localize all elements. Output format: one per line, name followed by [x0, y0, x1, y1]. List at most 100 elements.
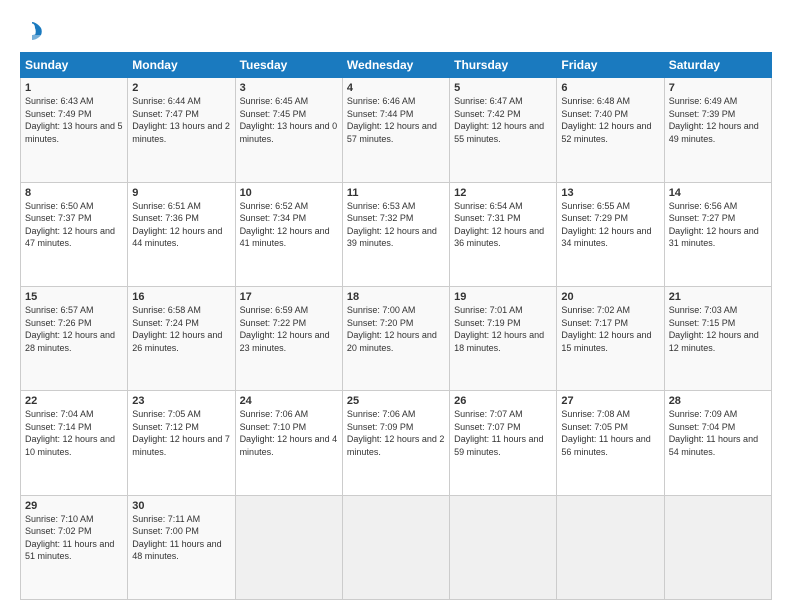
day-info: Sunrise: 6:56 AMSunset: 7:27 PMDaylight:… [669, 201, 759, 249]
day-info: Sunrise: 6:54 AMSunset: 7:31 PMDaylight:… [454, 201, 544, 249]
day-info: Sunrise: 6:59 AMSunset: 7:22 PMDaylight:… [240, 305, 330, 353]
day-info: Sunrise: 7:06 AMSunset: 7:09 PMDaylight:… [347, 409, 445, 457]
weekday-wednesday: Wednesday [342, 53, 449, 78]
day-info: Sunrise: 7:05 AMSunset: 7:12 PMDaylight:… [132, 409, 230, 457]
day-cell: 12 Sunrise: 6:54 AMSunset: 7:31 PMDaylig… [450, 182, 557, 286]
week-row-2: 8 Sunrise: 6:50 AMSunset: 7:37 PMDayligh… [21, 182, 772, 286]
page: SundayMondayTuesdayWednesdayThursdayFrid… [0, 0, 792, 612]
day-number: 22 [25, 395, 123, 407]
week-row-4: 22 Sunrise: 7:04 AMSunset: 7:14 PMDaylig… [21, 391, 772, 495]
day-info: Sunrise: 6:48 AMSunset: 7:40 PMDaylight:… [561, 96, 651, 144]
day-number: 17 [240, 291, 338, 303]
day-cell: 15 Sunrise: 6:57 AMSunset: 7:26 PMDaylig… [21, 286, 128, 390]
day-number: 2 [132, 82, 230, 94]
header [20, 16, 772, 42]
day-number: 25 [347, 395, 445, 407]
day-number: 26 [454, 395, 552, 407]
day-cell: 26 Sunrise: 7:07 AMSunset: 7:07 PMDaylig… [450, 391, 557, 495]
day-number: 21 [669, 291, 767, 303]
day-number: 1 [25, 82, 123, 94]
logo [20, 20, 43, 42]
day-cell [557, 495, 664, 599]
day-cell: 8 Sunrise: 6:50 AMSunset: 7:37 PMDayligh… [21, 182, 128, 286]
day-info: Sunrise: 7:01 AMSunset: 7:19 PMDaylight:… [454, 305, 544, 353]
day-cell: 16 Sunrise: 6:58 AMSunset: 7:24 PMDaylig… [128, 286, 235, 390]
day-cell: 4 Sunrise: 6:46 AMSunset: 7:44 PMDayligh… [342, 78, 449, 182]
day-number: 18 [347, 291, 445, 303]
week-row-5: 29 Sunrise: 7:10 AMSunset: 7:02 PMDaylig… [21, 495, 772, 599]
day-cell: 22 Sunrise: 7:04 AMSunset: 7:14 PMDaylig… [21, 391, 128, 495]
day-cell: 5 Sunrise: 6:47 AMSunset: 7:42 PMDayligh… [450, 78, 557, 182]
day-number: 16 [132, 291, 230, 303]
day-cell: 6 Sunrise: 6:48 AMSunset: 7:40 PMDayligh… [557, 78, 664, 182]
day-info: Sunrise: 6:55 AMSunset: 7:29 PMDaylight:… [561, 201, 651, 249]
day-info: Sunrise: 7:03 AMSunset: 7:15 PMDaylight:… [669, 305, 759, 353]
day-number: 20 [561, 291, 659, 303]
day-info: Sunrise: 6:50 AMSunset: 7:37 PMDaylight:… [25, 201, 115, 249]
day-number: 23 [132, 395, 230, 407]
day-cell [235, 495, 342, 599]
day-cell: 13 Sunrise: 6:55 AMSunset: 7:29 PMDaylig… [557, 182, 664, 286]
day-info: Sunrise: 6:49 AMSunset: 7:39 PMDaylight:… [669, 96, 759, 144]
day-cell: 1 Sunrise: 6:43 AMSunset: 7:49 PMDayligh… [21, 78, 128, 182]
day-cell: 20 Sunrise: 7:02 AMSunset: 7:17 PMDaylig… [557, 286, 664, 390]
day-cell [342, 495, 449, 599]
weekday-tuesday: Tuesday [235, 53, 342, 78]
day-info: Sunrise: 6:58 AMSunset: 7:24 PMDaylight:… [132, 305, 222, 353]
logo-icon [21, 20, 43, 42]
day-number: 9 [132, 187, 230, 199]
day-info: Sunrise: 7:04 AMSunset: 7:14 PMDaylight:… [25, 409, 115, 457]
day-cell: 29 Sunrise: 7:10 AMSunset: 7:02 PMDaylig… [21, 495, 128, 599]
weekday-saturday: Saturday [664, 53, 771, 78]
calendar-table: SundayMondayTuesdayWednesdayThursdayFrid… [20, 52, 772, 600]
day-info: Sunrise: 6:51 AMSunset: 7:36 PMDaylight:… [132, 201, 222, 249]
day-cell [450, 495, 557, 599]
day-cell [664, 495, 771, 599]
day-cell: 3 Sunrise: 6:45 AMSunset: 7:45 PMDayligh… [235, 78, 342, 182]
day-number: 10 [240, 187, 338, 199]
weekday-header-row: SundayMondayTuesdayWednesdayThursdayFrid… [21, 53, 772, 78]
day-number: 27 [561, 395, 659, 407]
week-row-3: 15 Sunrise: 6:57 AMSunset: 7:26 PMDaylig… [21, 286, 772, 390]
day-number: 28 [669, 395, 767, 407]
day-info: Sunrise: 6:52 AMSunset: 7:34 PMDaylight:… [240, 201, 330, 249]
weekday-friday: Friday [557, 53, 664, 78]
day-info: Sunrise: 6:46 AMSunset: 7:44 PMDaylight:… [347, 96, 437, 144]
day-cell: 19 Sunrise: 7:01 AMSunset: 7:19 PMDaylig… [450, 286, 557, 390]
day-number: 8 [25, 187, 123, 199]
day-number: 30 [132, 500, 230, 512]
day-number: 5 [454, 82, 552, 94]
day-cell: 27 Sunrise: 7:08 AMSunset: 7:05 PMDaylig… [557, 391, 664, 495]
day-number: 29 [25, 500, 123, 512]
day-cell: 14 Sunrise: 6:56 AMSunset: 7:27 PMDaylig… [664, 182, 771, 286]
week-row-1: 1 Sunrise: 6:43 AMSunset: 7:49 PMDayligh… [21, 78, 772, 182]
day-number: 15 [25, 291, 123, 303]
day-cell: 25 Sunrise: 7:06 AMSunset: 7:09 PMDaylig… [342, 391, 449, 495]
weekday-thursday: Thursday [450, 53, 557, 78]
day-cell: 10 Sunrise: 6:52 AMSunset: 7:34 PMDaylig… [235, 182, 342, 286]
day-info: Sunrise: 7:02 AMSunset: 7:17 PMDaylight:… [561, 305, 651, 353]
day-info: Sunrise: 7:11 AMSunset: 7:00 PMDaylight:… [132, 514, 221, 562]
day-cell: 7 Sunrise: 6:49 AMSunset: 7:39 PMDayligh… [664, 78, 771, 182]
day-info: Sunrise: 6:44 AMSunset: 7:47 PMDaylight:… [132, 96, 230, 144]
weekday-sunday: Sunday [21, 53, 128, 78]
day-info: Sunrise: 6:45 AMSunset: 7:45 PMDaylight:… [240, 96, 338, 144]
day-number: 4 [347, 82, 445, 94]
day-number: 13 [561, 187, 659, 199]
day-number: 3 [240, 82, 338, 94]
day-cell: 23 Sunrise: 7:05 AMSunset: 7:12 PMDaylig… [128, 391, 235, 495]
day-info: Sunrise: 6:43 AMSunset: 7:49 PMDaylight:… [25, 96, 123, 144]
weekday-monday: Monday [128, 53, 235, 78]
day-number: 19 [454, 291, 552, 303]
day-info: Sunrise: 7:09 AMSunset: 7:04 PMDaylight:… [669, 409, 758, 457]
day-info: Sunrise: 6:57 AMSunset: 7:26 PMDaylight:… [25, 305, 115, 353]
day-cell: 9 Sunrise: 6:51 AMSunset: 7:36 PMDayligh… [128, 182, 235, 286]
day-cell: 17 Sunrise: 6:59 AMSunset: 7:22 PMDaylig… [235, 286, 342, 390]
day-info: Sunrise: 7:06 AMSunset: 7:10 PMDaylight:… [240, 409, 338, 457]
day-number: 11 [347, 187, 445, 199]
day-cell: 24 Sunrise: 7:06 AMSunset: 7:10 PMDaylig… [235, 391, 342, 495]
day-info: Sunrise: 6:53 AMSunset: 7:32 PMDaylight:… [347, 201, 437, 249]
day-cell: 11 Sunrise: 6:53 AMSunset: 7:32 PMDaylig… [342, 182, 449, 286]
day-cell: 18 Sunrise: 7:00 AMSunset: 7:20 PMDaylig… [342, 286, 449, 390]
day-info: Sunrise: 7:07 AMSunset: 7:07 PMDaylight:… [454, 409, 543, 457]
